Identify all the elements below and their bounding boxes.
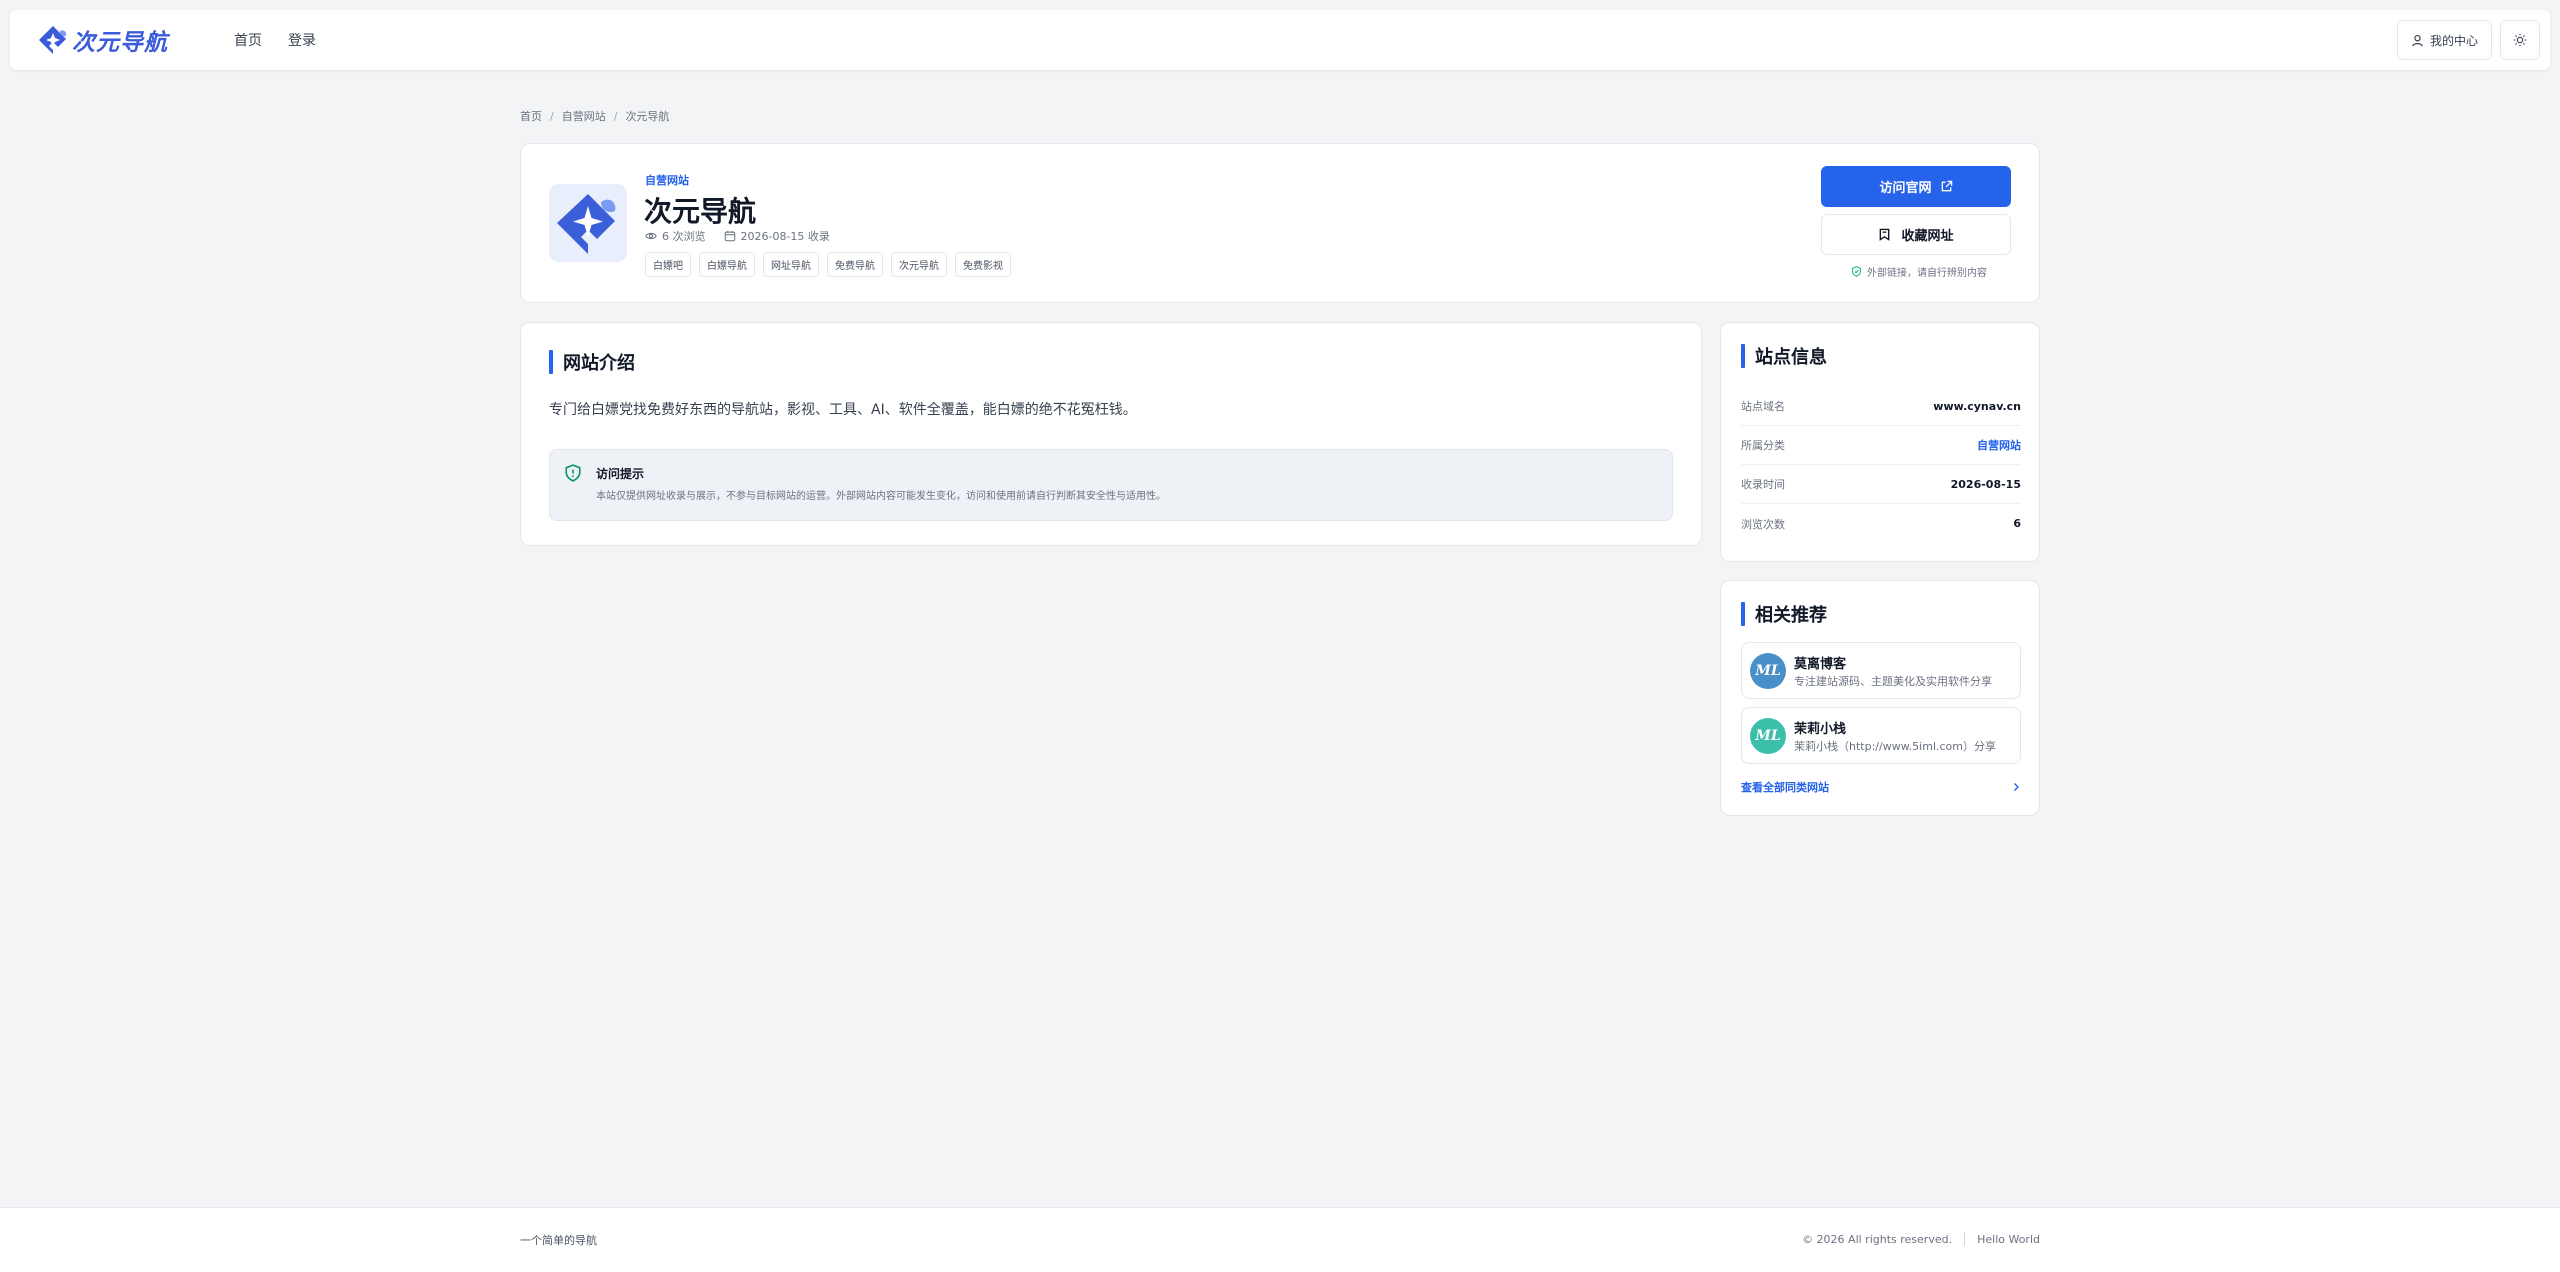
shield-icon (565, 464, 581, 482)
breadcrumb-home[interactable]: 首页 (520, 108, 542, 124)
top-navbar: 次元导航 首页 登录 我的中心 (10, 10, 2550, 70)
theme-toggle-button[interactable] (2500, 20, 2540, 60)
chevron-right-icon (2014, 783, 2019, 791)
visit-site-button[interactable]: 访问官网 (1821, 166, 2011, 207)
info-key: 收录时间 (1741, 478, 1785, 491)
notice-text: 本站仅提供网址收录与展示，不参与目标网站的运营。外部网站内容可能发生变化，访问和… (596, 491, 1166, 502)
logo-text: 次元导航 (72, 29, 168, 56)
external-note-text: 外部链接，请自行辨别内容 (1867, 268, 1987, 279)
footer-right: © 2026 All rights reserved. Hello World (1802, 1232, 2040, 1246)
bookmark-icon (1880, 228, 1890, 241)
info-key: 站点域名 (1741, 400, 1785, 413)
site-title: 次元导航 (644, 195, 757, 228)
logo-icon (39, 26, 67, 54)
info-list: 站点域名 www.cynav.cn 所属分类 自营网站 收录时间 2026-08… (1741, 387, 2021, 543)
related-name: 莫离博客 (1794, 657, 1847, 672)
nav-login[interactable]: 登录 (288, 30, 316, 50)
page-footer: 一个简单的导航 © 2026 All rights reserved. Hell… (0, 1207, 2560, 1272)
tag-list: 白嫖吧 白嫖导航 网址导航 免费导航 次元导航 免费影视 (645, 252, 1011, 277)
breadcrumb-current: 次元导航 (625, 110, 670, 123)
info-key: 浏览次数 (1741, 517, 1785, 531)
intro-card: 网站介绍 专门给白嫖党找免费好东西的导航站，影视、工具、AI、软件全覆盖，能白嫖… (520, 322, 1702, 546)
info-row-date: 收录时间 2026-08-15 (1741, 465, 2021, 504)
breadcrumb-category[interactable]: 自营网站 (562, 108, 606, 124)
related-title: 相关推荐 (1741, 601, 1827, 627)
shield-check-icon (1852, 266, 1861, 277)
copyright-text: © 2026 All rights reserved. (1802, 1232, 1953, 1246)
header-actions: 我的中心 (2396, 20, 2540, 60)
info-value: 2026-08-15 (1950, 477, 2021, 491)
site-header-card: 自营网站 次元导航 6 次浏览 2026-08-15 收录 白嫖吧 白嫖导航 网… (520, 143, 2040, 303)
related-card: 相关推荐 ML 莫离博客 专注建站源码、主题美化及实用软件分享 ML 茉莉小栈 … (1720, 580, 2040, 816)
tag[interactable]: 网址导航 (763, 252, 819, 277)
visit-notice: 访问提示 本站仅提供网址收录与展示，不参与目标网站的运营。外部网站内容可能发生变… (549, 449, 1673, 521)
user-icon (2412, 34, 2423, 46)
related-desc: 专注建站源码、主题美化及实用软件分享 (1794, 675, 1992, 688)
footer-tagline: 一个简单的导航 (520, 1234, 597, 1247)
collected-date: 2026-08-15 收录 (740, 230, 830, 243)
info-row-domain: 站点域名 www.cynav.cn (1741, 387, 2021, 426)
views-count: 6 次浏览 (662, 230, 706, 243)
info-value: www.cynav.cn (1933, 399, 2021, 413)
visit-label: 访问官网 (1879, 181, 1932, 196)
intro-text: 专门给白嫖党找免费好东西的导航站，影视、工具、AI、软件全覆盖，能白嫖的绝不花冤… (549, 402, 1137, 418)
external-link-note: 外部链接，请自行辨别内容 (1851, 264, 1987, 279)
favorite-button[interactable]: 收藏网址 (1821, 214, 2011, 255)
user-center-label: 我的中心 (2429, 33, 2478, 48)
nav-home[interactable]: 首页 (234, 30, 262, 50)
site-info-card: 站点信息 站点域名 www.cynav.cn 所属分类 自营网站 收录时间 20… (1720, 322, 2040, 562)
external-link-icon (1941, 180, 1952, 192)
site-meta: 6 次浏览 2026-08-15 收录 (645, 228, 830, 244)
site-category[interactable]: 自营网站 (645, 172, 689, 188)
breadcrumb: 首页 / 自营网站 / 次元导航 (520, 108, 669, 124)
view-all-label: 查看全部同类网站 (1741, 781, 1829, 794)
breadcrumb-separator: / (550, 109, 554, 123)
related-name: 茉莉小栈 (1794, 722, 1847, 737)
intro-title: 网站介绍 (549, 349, 635, 375)
avatar: ML (1750, 653, 1786, 689)
tag[interactable]: 次元导航 (891, 252, 947, 277)
user-center-button[interactable]: 我的中心 (2396, 20, 2492, 60)
eye-icon (645, 232, 657, 240)
info-title: 站点信息 (1741, 343, 1827, 369)
views-meta: 6 次浏览 (645, 228, 706, 244)
footer-divider (1964, 1232, 1966, 1246)
notice-title: 访问提示 (596, 467, 645, 481)
tag[interactable]: 免费导航 (827, 252, 883, 277)
related-desc: 茉莉小栈（http://www.5iml.com）分享 (1794, 740, 1996, 753)
site-icon (549, 184, 627, 262)
site-logo[interactable]: 次元导航 (36, 23, 168, 57)
view-all-related-link[interactable]: 查看全部同类网站 (1741, 779, 2021, 795)
info-value-link[interactable]: 自营网站 (1977, 437, 2021, 453)
avatar: ML (1750, 718, 1786, 754)
collected-meta: 2026-08-15 收录 (724, 228, 830, 244)
info-value: 6 (2013, 517, 2021, 530)
main-nav: 首页 登录 (234, 30, 316, 50)
tag[interactable]: 白嫖吧 (645, 252, 691, 277)
related-item[interactable]: ML 茉莉小栈 茉莉小栈（http://www.5iml.com）分享 (1741, 707, 2021, 764)
sun-icon (2513, 33, 2527, 47)
calendar-icon (724, 230, 735, 242)
info-key: 所属分类 (1741, 439, 1785, 452)
breadcrumb-separator: / (613, 109, 618, 123)
site-logo-icon (549, 184, 627, 262)
tag[interactable]: 白嫖导航 (699, 252, 755, 277)
footer-hello: Hello World (1977, 1232, 2040, 1246)
favorite-label: 收藏网址 (1901, 229, 1954, 244)
related-item[interactable]: ML 莫离博客 专注建站源码、主题美化及实用软件分享 (1741, 642, 2021, 699)
info-row-category: 所属分类 自营网站 (1741, 426, 2021, 465)
info-row-views: 浏览次数 6 (1741, 504, 2021, 543)
tag[interactable]: 免费影视 (955, 252, 1011, 277)
